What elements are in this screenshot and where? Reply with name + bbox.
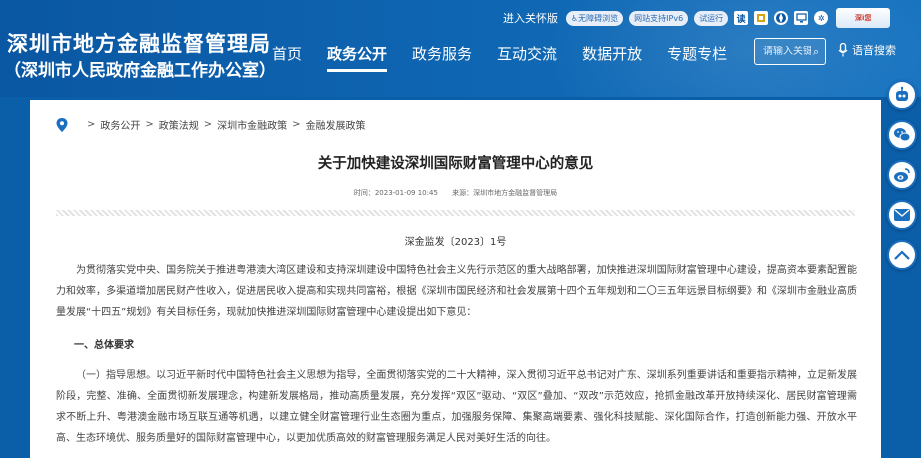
nav-item-interaction[interactable]: 互动交流 bbox=[497, 40, 557, 68]
monitor-icon[interactable] bbox=[794, 11, 809, 25]
breadcrumb: > 政务公开 > 政策法规 > 深圳市金融政策 > 金融发展政策 bbox=[56, 117, 366, 132]
top-links: 进入关怀版 ♿无障碍浏览 网站支持IPv6 试运行 读 ✲ 深i您 bbox=[503, 8, 891, 28]
nav-item-special-topics[interactable]: 专题专栏 bbox=[667, 40, 727, 68]
location-pin-icon bbox=[56, 117, 68, 132]
breadcrumb-separator: > bbox=[145, 119, 154, 130]
settings-icon[interactable]: ✲ bbox=[814, 11, 829, 25]
shenzhen-logo[interactable]: 深i您 bbox=[836, 8, 891, 28]
voice-search-button[interactable]: 语音搜索 bbox=[838, 42, 896, 58]
site-title[interactable]: 深圳市地方金融监督管理局 bbox=[7, 28, 271, 58]
read-icon[interactable]: 读 bbox=[734, 11, 749, 25]
care-mode-link[interactable]: 进入关怀版 bbox=[503, 10, 558, 26]
breadcrumb-item-finance-policy[interactable]: 深圳市金融政策 bbox=[217, 117, 287, 132]
search-icon[interactable]: ⌕ bbox=[813, 45, 819, 59]
back-to-top-icon[interactable] bbox=[887, 240, 917, 270]
breadcrumb-separator: > bbox=[203, 119, 213, 130]
voice-search-label: 语音搜索 bbox=[852, 44, 896, 57]
nav-item-home[interactable]: 首页 bbox=[272, 40, 302, 68]
search-input[interactable] bbox=[763, 46, 811, 57]
nav-item-gov-services[interactable]: 政务服务 bbox=[412, 40, 472, 68]
accessibility-label: 无障碍浏览 bbox=[578, 13, 619, 23]
site-header: 深圳市地方金融监督管理局 （深圳市人民政府金融工作办公室） 进入关怀版 ♿无障碍… bbox=[0, 0, 921, 97]
article-source: 来源：深圳市地方金融监督管理局 bbox=[452, 189, 558, 197]
article-card: > 政务公开 > 政策法规 > 深圳市金融政策 > 金融发展政策 关于加快建设深… bbox=[30, 100, 881, 458]
publish-time: 时间：2023-01-09 10:45 bbox=[353, 189, 438, 197]
microphone-icon bbox=[838, 43, 848, 57]
guiding-principle-paragraph: （一）指导思想。以习近平新时代中国特色社会主义思想为指导，全面贯彻落实党的二十大… bbox=[56, 370, 857, 444]
aperture-icon[interactable] bbox=[774, 11, 789, 25]
breadcrumb-item-development-policy[interactable]: 金融发展政策 bbox=[306, 117, 366, 132]
breadcrumb-separator: > bbox=[87, 119, 96, 130]
site-subtitle: （深圳市人民政府金融工作办公室） bbox=[4, 61, 276, 81]
weibo-icon[interactable] bbox=[887, 160, 917, 190]
breadcrumb-item-gov-affairs[interactable]: 政务公开 bbox=[100, 117, 140, 132]
breadcrumb-separator: > bbox=[292, 119, 301, 130]
trial-badge: 试运行 bbox=[694, 10, 729, 26]
nav-item-open-data[interactable]: 数据开放 bbox=[582, 40, 642, 68]
main-nav: 首页 政务公开 政务服务 互动交流 数据开放 专题专栏 bbox=[272, 40, 752, 74]
robot-icon[interactable] bbox=[887, 80, 917, 110]
flag-icon[interactable] bbox=[754, 11, 769, 25]
mail-icon[interactable] bbox=[887, 200, 917, 230]
intro-paragraph: 为贯彻落实党中央、国务院关于推进粤港澳大湾区建设和支持深圳建设中国特色社会主义先… bbox=[56, 265, 857, 318]
accessibility-button[interactable]: ♿无障碍浏览 bbox=[566, 10, 624, 26]
breadcrumb-item-regulations[interactable]: 政策法规 bbox=[159, 117, 199, 132]
nav-item-gov-affairs[interactable]: 政务公开 bbox=[327, 40, 388, 72]
section-heading: 一、总体要求 bbox=[74, 340, 134, 351]
document-number: 深金监发〔2023〕1号 bbox=[404, 237, 507, 248]
search-box: ⌕ bbox=[754, 38, 826, 65]
article-meta: 时间：2023-01-09 10:45 来源：深圳市地方金融监督管理局 bbox=[30, 188, 881, 198]
title-divider bbox=[56, 210, 855, 216]
article-title: 关于加快建设深圳国际财富管理中心的意见 bbox=[317, 156, 594, 172]
ipv6-badge: 网站支持IPv6 bbox=[629, 10, 689, 26]
floating-side-bar bbox=[887, 80, 917, 270]
wechat-icon[interactable] bbox=[887, 120, 917, 150]
